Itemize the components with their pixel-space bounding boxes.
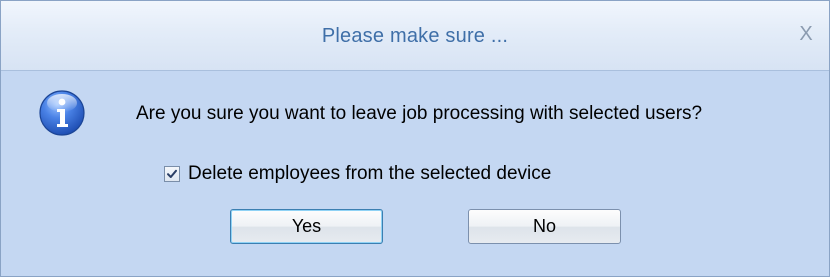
dialog-title: Please make sure ...: [321, 25, 509, 47]
dialog-body: Are you sure you want to leave job proce…: [1, 71, 829, 276]
close-button[interactable]: X: [795, 23, 817, 45]
title-bar: Please make sure ... X: [1, 1, 829, 71]
confirmation-message: Are you sure you want to leave job proce…: [136, 103, 703, 124]
confirmation-dialog: Please make sure ... X Are you sure you …: [0, 0, 830, 277]
yes-button[interactable]: Yes: [230, 209, 383, 244]
no-button[interactable]: No: [468, 209, 621, 244]
checkmark-icon: [167, 169, 177, 178]
delete-employees-label: Delete employees from the selected devic…: [188, 163, 552, 184]
delete-employees-option[interactable]: Delete employees from the selected devic…: [164, 163, 551, 185]
info-icon: [38, 89, 86, 137]
delete-employees-checkbox[interactable]: [164, 166, 180, 182]
